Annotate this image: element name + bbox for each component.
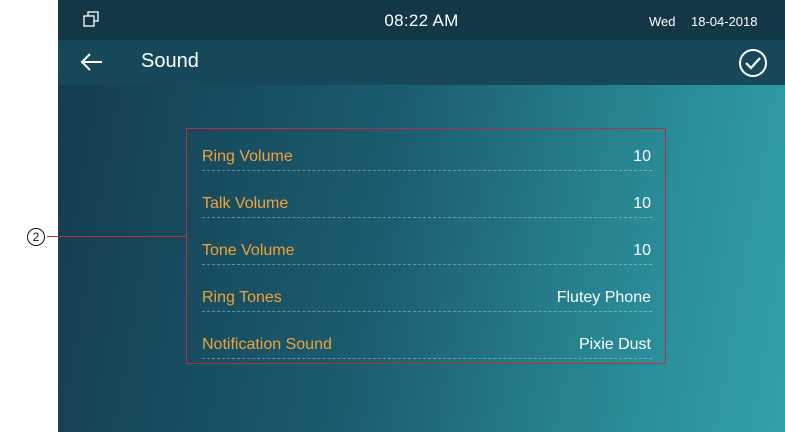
page-title: Sound — [141, 50, 199, 72]
callout-number: 2 — [27, 228, 45, 246]
title-bar: Sound — [58, 40, 785, 85]
status-day: Wed — [649, 14, 676, 29]
setting-value: 10 — [633, 148, 651, 165]
check-circle-icon[interactable] — [737, 47, 769, 79]
status-bar: 08:22 AM Wed 18-04-2018 — [58, 0, 785, 40]
setting-notification-sound[interactable]: Notification Sound Pixie Dust — [202, 334, 652, 359]
setting-value: Pixie Dust — [578, 336, 651, 353]
setting-label: Tone Volume — [202, 242, 295, 259]
setting-label: Ring Volume — [202, 148, 293, 165]
setting-label: Ring Tones — [202, 289, 282, 306]
status-time: 08:22 AM — [384, 11, 459, 30]
page: 08:22 AM Wed 18-04-2018 Sound 2 Ring Vol… — [0, 0, 785, 432]
status-date: 18-04-2018 — [691, 14, 758, 29]
setting-tone-volume[interactable]: Tone Volume 10 — [202, 240, 652, 265]
setting-label: Notification Sound — [202, 336, 332, 353]
setting-value: Flutey Phone — [556, 289, 651, 306]
setting-talk-volume[interactable]: Talk Volume 10 — [202, 193, 652, 218]
setting-value: 10 — [633, 242, 651, 259]
setting-ring-tones[interactable]: Ring Tones Flutey Phone — [202, 287, 652, 312]
back-arrow-icon[interactable] — [80, 51, 104, 73]
callout-leader-line — [47, 236, 187, 237]
setting-label: Talk Volume — [202, 195, 289, 212]
setting-value: 10 — [633, 195, 651, 212]
setting-ring-volume[interactable]: Ring Volume 10 — [202, 146, 652, 171]
